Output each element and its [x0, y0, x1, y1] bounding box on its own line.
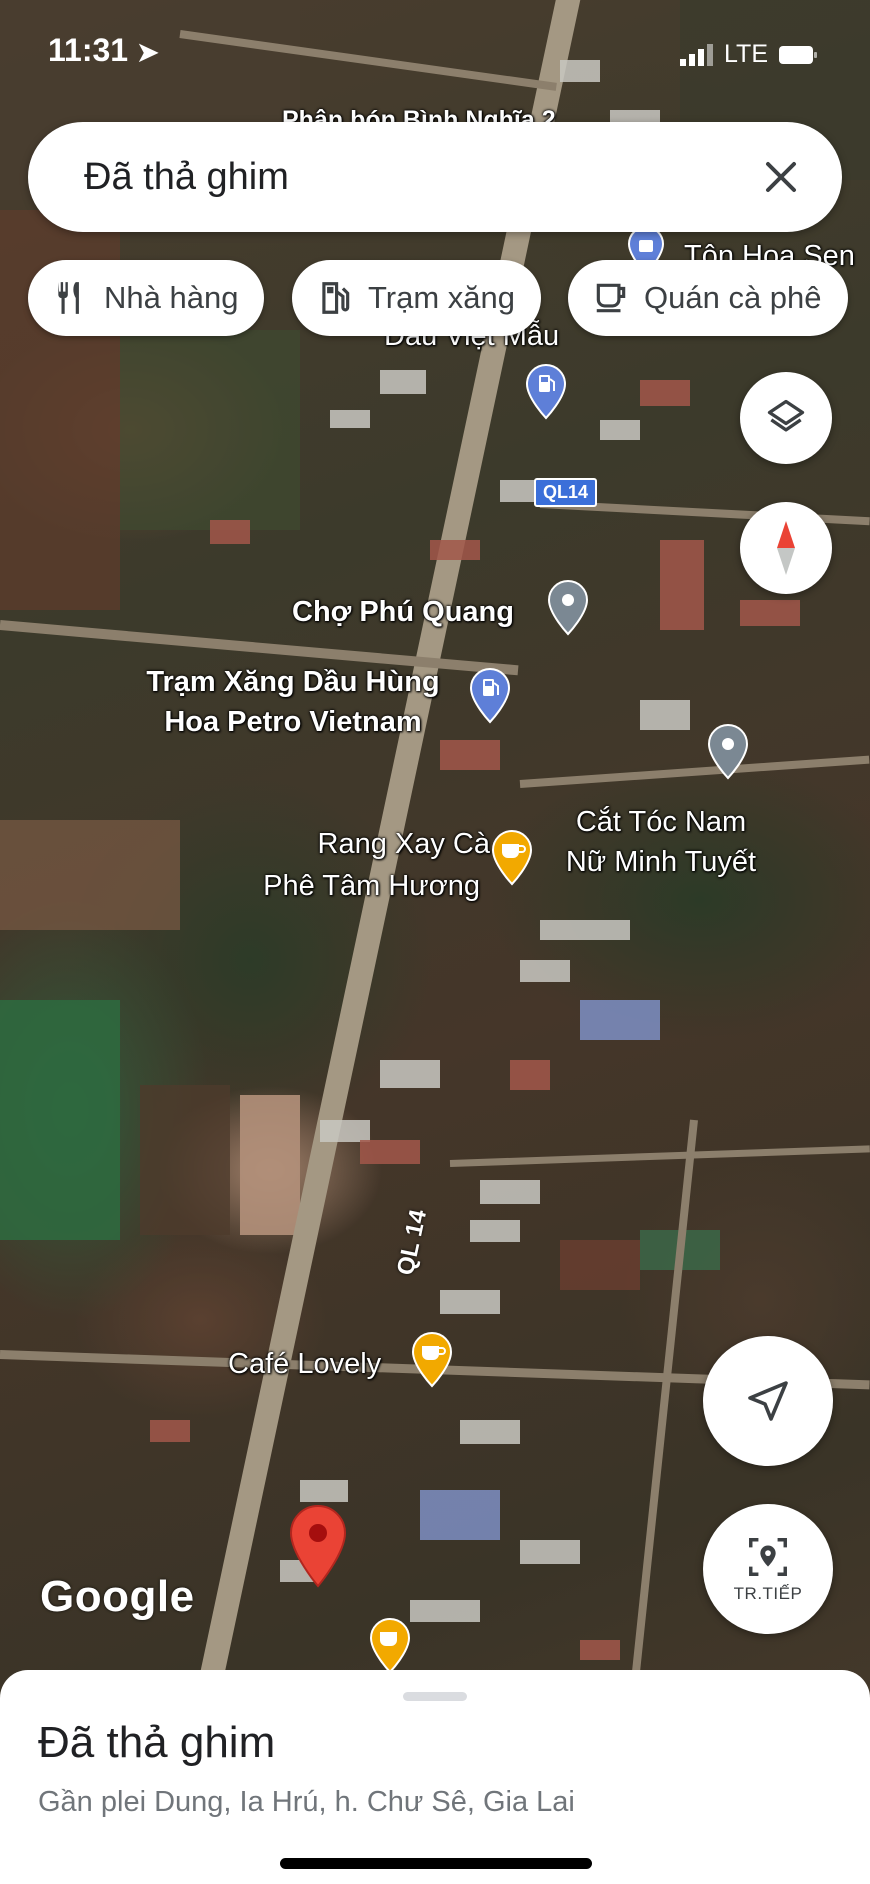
- live-view-icon: [749, 1538, 787, 1576]
- place-pin-icon[interactable]: [706, 724, 750, 780]
- my-location-button[interactable]: [703, 1336, 833, 1466]
- location-arrow-icon: ➤: [136, 37, 159, 67]
- layers-button[interactable]: [740, 372, 832, 464]
- chip-label: Trạm xăng: [368, 280, 516, 315]
- restaurant-icon: [58, 282, 79, 314]
- coffee-icon: [596, 283, 626, 313]
- place-bottom-sheet[interactable]: Đã thả ghim Gần plei Dung, Ia Hrú, h. Ch…: [0, 1670, 870, 1884]
- road-label-ql14: QL 14: [392, 1207, 433, 1278]
- search-title: Đã thả ghim: [84, 155, 289, 198]
- sheet-title: Đã thả ghim: [38, 1718, 276, 1767]
- compass-icon: [777, 521, 795, 575]
- map-label-cat-toc-2[interactable]: Nữ Minh Tuyết: [536, 844, 786, 880]
- map-label-cat-toc-1[interactable]: Cắt Tóc Nam: [536, 804, 786, 840]
- map-label-cho-phu-quang[interactable]: Chợ Phú Quang: [292, 594, 514, 630]
- coffee-pin-icon[interactable]: [368, 1618, 412, 1674]
- search-bar[interactable]: Đã thả ghim: [28, 122, 842, 232]
- chip-restaurants[interactable]: Nhà hàng: [28, 260, 265, 336]
- live-view-label: TR.TIẾP: [733, 1584, 803, 1603]
- chip-label: Quán cà phê: [644, 280, 822, 315]
- map-label-rang-xay-2[interactable]: Phê Tâm Hương: [240, 868, 480, 904]
- navigation-arrow-icon: [748, 1381, 788, 1421]
- status-time-text: 11:31: [48, 32, 129, 68]
- gas-station-pin-icon[interactable]: [468, 668, 512, 724]
- dropped-pin-icon[interactable]: [288, 1504, 348, 1588]
- layers-icon: [767, 399, 805, 432]
- compass-button[interactable]: [740, 502, 832, 594]
- chip-label: Nhà hàng: [104, 280, 239, 315]
- chip-gas-stations[interactable]: Trạm xăng: [292, 260, 542, 336]
- coffee-pin-icon[interactable]: [410, 1332, 454, 1388]
- place-pin-icon[interactable]: [546, 580, 590, 636]
- chip-coffee[interactable]: Quán cà phê: [568, 260, 848, 336]
- sheet-address: Gần plei Dung, Ia Hrú, h. Chư Sê, Gia La…: [38, 1786, 575, 1818]
- map-label-rang-xay-1[interactable]: Rang Xay Cà: [240, 826, 491, 862]
- sheet-drag-handle[interactable]: [403, 1692, 467, 1701]
- google-logo: Google: [40, 1572, 195, 1621]
- battery-icon: [779, 45, 817, 64]
- close-icon[interactable]: [756, 152, 806, 202]
- coffee-pin-icon[interactable]: [490, 830, 534, 886]
- signal-icon: [680, 43, 713, 66]
- network-label: LTE: [724, 40, 768, 68]
- gas-station-icon: [322, 282, 350, 314]
- map-label-tram-xang-1[interactable]: Trạm Xăng Dầu Hùng: [128, 664, 458, 700]
- status-indicators: LTE: [680, 40, 818, 69]
- map-label-cafe-lovely[interactable]: Café Lovely: [228, 1346, 381, 1382]
- map-label-tram-xang-2[interactable]: Hoa Petro Vietnam: [128, 704, 458, 740]
- live-view-button[interactable]: TR.TIẾP: [703, 1504, 833, 1634]
- road-shield-ql14: QL14: [534, 478, 598, 507]
- status-time: 11:31 ➤: [48, 32, 159, 69]
- home-indicator[interactable]: [280, 1858, 592, 1869]
- gas-station-pin-icon[interactable]: [524, 364, 568, 420]
